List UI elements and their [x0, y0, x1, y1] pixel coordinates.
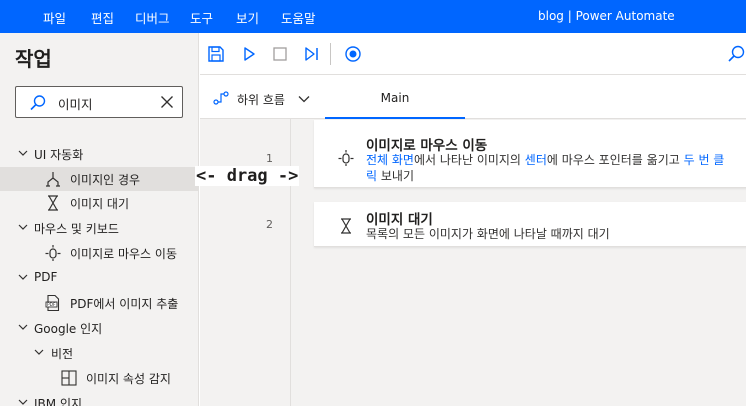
actions-pane: 작업 이미지 UI 자동화 이미지인 경우 이미지 대기 마우스 및 키보드 이…	[0, 33, 199, 406]
subflows-label: 하위 흐름	[237, 93, 285, 107]
if-image-icon	[46, 172, 60, 187]
chevron-down-icon	[298, 96, 310, 103]
actions-search-input[interactable]: 이미지	[15, 86, 183, 118]
hourglass-icon	[341, 218, 351, 234]
param-link[interactable]: 센터	[525, 153, 547, 167]
action-card-wait-image[interactable]: 이미지 대기 목록의 모든 이미지가 화면에 나타날 때까지 대기	[314, 202, 746, 247]
desc-text: 에서 나타난 이미지의	[413, 153, 525, 167]
tree-item-if-image[interactable]: 이미지인 경우	[0, 167, 198, 191]
tab-main-label: Main	[380, 91, 410, 105]
svg-text:PDF: PDF	[47, 302, 56, 308]
desc-text: 목록의 모든 이미지가 화면에 나타날 때까지 대기	[366, 227, 610, 241]
clear-icon[interactable]	[160, 95, 174, 109]
pane-title: 작업	[15, 47, 52, 71]
tree-item-wait-image[interactable]: 이미지 대기	[0, 191, 198, 215]
mouse-move-icon	[338, 150, 354, 166]
run-icon[interactable]	[239, 44, 259, 64]
tree-group-label: IBM 인지	[34, 397, 83, 406]
search-value: 이미지	[58, 97, 93, 112]
search-icon[interactable]	[726, 44, 746, 64]
tree-group-label: 비전	[51, 347, 74, 361]
tree-subgroup-vision[interactable]: 비전	[0, 341, 198, 365]
tree-item-label: 이미지 속성 감지	[86, 372, 171, 386]
record-icon[interactable]	[343, 44, 363, 64]
tab-main[interactable]: Main	[325, 75, 465, 119]
menu-file[interactable]: 파일	[43, 8, 66, 27]
tree-group-google-cognitive[interactable]: Google 인지	[0, 316, 198, 340]
image-properties-icon	[61, 370, 77, 386]
pdf-icon: PDF	[45, 294, 60, 312]
save-icon[interactable]	[206, 44, 226, 64]
chevron-down-icon	[18, 224, 28, 230]
tree-item-mouse-to-image[interactable]: 이미지로 마우스 이동	[0, 241, 198, 265]
action-title: 이미지로 마우스 이동	[366, 138, 488, 154]
hourglass-icon	[48, 195, 58, 211]
chevron-down-icon	[18, 150, 28, 156]
line-number: 2	[266, 218, 273, 231]
subflow-icon	[213, 91, 229, 105]
chevron-down-icon	[18, 324, 28, 330]
chevron-down-icon	[18, 399, 28, 405]
tree-item-label: 이미지인 경우	[70, 173, 141, 187]
step-icon[interactable]	[302, 44, 322, 64]
subflow-bar: 하위 흐름 Main	[200, 75, 746, 119]
toolbar-separator	[330, 43, 331, 65]
menu-tools[interactable]: 도구	[190, 8, 213, 27]
tree-group-mouse-keyboard[interactable]: 마우스 및 키보드	[0, 216, 198, 240]
desc-text: 보내기	[377, 169, 414, 183]
gutter-divider	[290, 119, 291, 406]
window-title: blog | Power Automate	[538, 9, 675, 23]
flow-canvas: 1 이미지로 마우스 이동 전체 화면에서 나타난 이미지의 센터에 마우스 포…	[200, 119, 746, 406]
stop-icon[interactable]	[270, 44, 290, 64]
chevron-down-icon	[34, 349, 44, 355]
tree-group-label: UI 자동화	[34, 148, 84, 162]
tree-group-ibm-cognitive[interactable]: IBM 인지	[0, 391, 198, 406]
mouse-move-icon	[45, 245, 61, 261]
tree-group-label: PDF	[34, 270, 58, 284]
tree-item-pdf-extract-images[interactable]: PDF PDF에서 이미지 추출	[0, 291, 198, 315]
tree-item-label: PDF에서 이미지 추출	[70, 297, 179, 311]
tree-item-label: 이미지 대기	[70, 197, 130, 211]
tree-group-ui-automation[interactable]: UI 자동화	[0, 142, 198, 166]
menu-help[interactable]: 도움말	[281, 8, 316, 27]
desc-text: 에 마우스 포인터를 옮기고	[546, 153, 684, 167]
param-link[interactable]: 전체 화면	[366, 153, 414, 167]
tree-group-label: Google 인지	[34, 322, 103, 336]
tree-item-detect-image-properties[interactable]: 이미지 속성 감지	[0, 366, 198, 390]
drag-annotation: <- drag ->	[195, 166, 300, 186]
menu-view[interactable]: 보기	[236, 8, 259, 27]
chevron-down-icon	[18, 274, 28, 280]
tree-group-pdf[interactable]: PDF	[0, 266, 198, 290]
action-title: 이미지 대기	[366, 212, 433, 228]
action-card-move-mouse-to-image[interactable]: 이미지로 마우스 이동 전체 화면에서 나타난 이미지의 센터에 마우스 포인터…	[314, 120, 746, 188]
tree-group-label: 마우스 및 키보드	[34, 222, 119, 236]
action-description: 목록의 모든 이미지가 화면에 나타날 때까지 대기	[366, 226, 728, 242]
line-number: 1	[266, 152, 273, 165]
search-icon	[30, 95, 46, 111]
menu-debug[interactable]: 디버그	[135, 8, 170, 27]
menu-edit[interactable]: 편집	[91, 8, 114, 27]
action-description: 전체 화면에서 나타난 이미지의 센터에 마우스 포인터를 옮기고 두 번 클릭…	[366, 152, 728, 184]
menu-bar: 파일 편집 디버그 도구 보기 도움말 blog | Power Automat…	[0, 0, 746, 33]
tree-item-label: 이미지로 마우스 이동	[70, 247, 177, 261]
flow-toolbar	[200, 33, 746, 75]
